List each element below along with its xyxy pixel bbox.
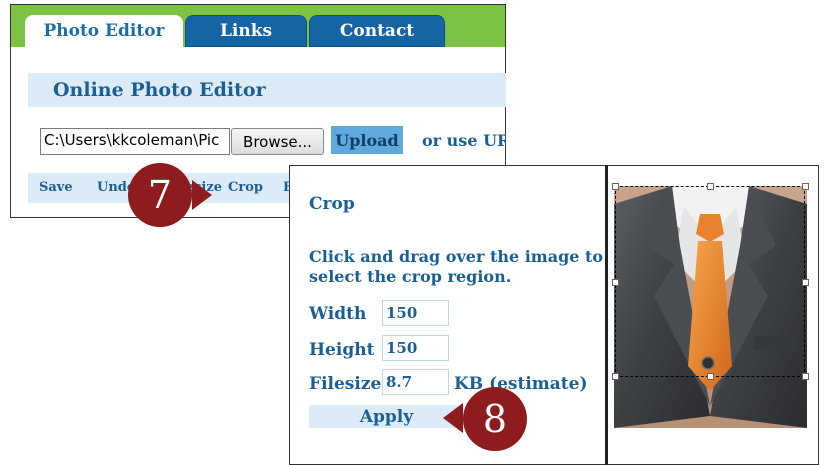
crop-handle-bottom-center[interactable] <box>707 373 714 380</box>
step-8-arrow-icon <box>443 403 463 433</box>
crop-handle-top-left[interactable] <box>612 183 619 190</box>
heading-bar: Online Photo Editor <box>28 73 506 107</box>
crop-handle-bottom-right[interactable] <box>802 373 809 380</box>
tab-bar: Photo Editor Links Contact <box>11 5 505 47</box>
step-8-callout: 8 <box>463 387 527 451</box>
step-7-callout: 7 <box>128 163 192 227</box>
toolbar-save-button[interactable]: Save <box>39 180 73 195</box>
crop-handle-top-center[interactable] <box>707 183 714 190</box>
panel-divider <box>605 165 608 465</box>
step-7-arrow-icon <box>192 180 212 210</box>
filesize-label: Filesize <box>309 374 382 394</box>
tab-links[interactable]: Links <box>185 15 307 47</box>
browse-button[interactable]: Browse... <box>231 128 324 155</box>
crop-handle-middle-left[interactable] <box>612 279 619 286</box>
apply-button[interactable]: Apply <box>309 405 464 428</box>
crop-selection[interactable] <box>615 186 805 377</box>
toolbar-crop-button[interactable]: Crop <box>228 180 263 195</box>
crop-instruction: Click and drag over the image to select … <box>309 247 604 286</box>
width-input[interactable]: 150 <box>382 300 449 326</box>
crop-handle-middle-right[interactable] <box>802 279 809 286</box>
filesize-input[interactable]: 8.7 <box>382 369 449 395</box>
crop-handle-bottom-left[interactable] <box>612 373 619 380</box>
height-input[interactable]: 150 <box>382 335 449 361</box>
tab-contact[interactable]: Contact <box>309 15 445 47</box>
crop-handle-top-right[interactable] <box>802 183 809 190</box>
width-label: Width <box>309 304 367 324</box>
filesize-unit: KB (estimate) <box>454 374 588 394</box>
tab-photo-editor[interactable]: Photo Editor <box>25 15 183 47</box>
crop-title: Crop <box>309 194 355 214</box>
file-path-input[interactable]: C:\Users\kkcoleman\Pic <box>40 128 230 155</box>
height-label: Height <box>309 340 375 360</box>
page-title: Online Photo Editor <box>53 79 266 101</box>
use-url-link[interactable]: or use URL <box>422 131 506 150</box>
upload-button[interactable]: Upload <box>331 126 403 154</box>
